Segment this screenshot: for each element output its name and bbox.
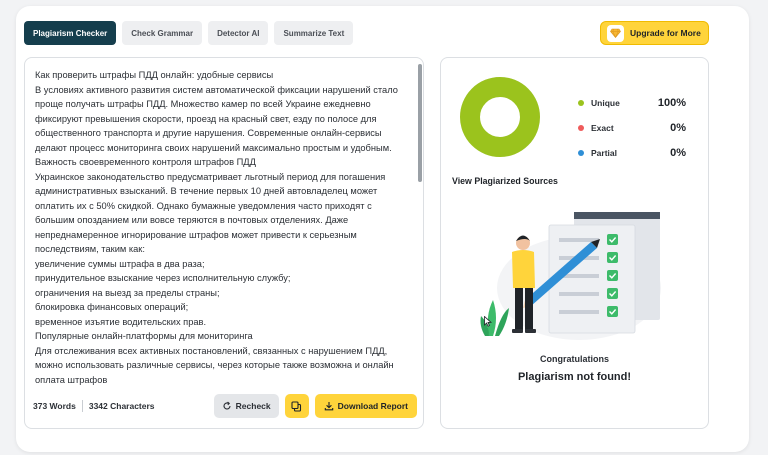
divider (81, 400, 83, 412)
text-input-area[interactable]: Как проверить штрафы ПДД онлайн: удобные… (35, 68, 413, 388)
text-line: Популярные онлайн-платформы для монитори… (35, 331, 253, 341)
text-stats: 373 Words 3342 Characters (33, 400, 155, 412)
legend-value: 100% (657, 96, 686, 109)
tab-check-grammar[interactable]: Check Grammar (122, 21, 203, 45)
legend-label: Partial (591, 147, 617, 158)
tab-detector-ai[interactable]: Detector AI (208, 21, 269, 45)
tab-plagiarism-checker[interactable]: Plagiarism Checker (24, 21, 117, 45)
text-line: Важность своевременного контроля штрафов… (35, 157, 256, 167)
download-icon (324, 402, 333, 411)
exact-dot (578, 124, 584, 131)
results-legend: Unique 100% Exact 0% Partial 0% (578, 90, 686, 165)
refresh-icon (223, 401, 231, 410)
legend-value: 0% (670, 146, 686, 159)
legend-value: 0% (670, 121, 686, 134)
view-plagiarized-sources-link[interactable]: View Plagiarized Sources (452, 176, 558, 186)
donut-unique-segment (460, 77, 540, 157)
text-line: Как проверить штрафы ПДД онлайн: удобные… (35, 70, 274, 80)
character-count: 3342 Characters (88, 401, 155, 411)
mouse-cursor-icon (484, 316, 492, 327)
upgrade-button[interactable]: Upgrade for More (600, 21, 709, 45)
recheck-button[interactable]: Recheck (213, 394, 279, 418)
upgrade-label: Upgrade for More (630, 28, 701, 38)
legend-label: Unique (591, 97, 620, 108)
diamond-icon (607, 24, 624, 42)
text-line: блокировка финансовых операций; (35, 302, 189, 312)
plagiarism-not-found-text: Plagiarism not found! (517, 371, 632, 383)
word-count: 373 Words (33, 401, 76, 411)
tab-summarize-text[interactable]: Summarize Text (274, 21, 354, 45)
unique-dot (578, 99, 584, 106)
tool-tabs: Plagiarism Checker Check Grammar Detecto… (24, 21, 354, 45)
success-illustration (480, 212, 661, 340)
legend-partial: Partial 0% (578, 140, 686, 165)
text-line: Для отслеживания всех активных постановл… (35, 345, 394, 385)
text-line: временное изъятие водительских прав. (35, 316, 207, 327)
partial-dot (578, 149, 584, 156)
legend-unique: Unique 100% (578, 90, 686, 115)
text-line: В условиях активного развития систем авт… (35, 84, 398, 153)
text-line: увеличение суммы штрафа в два раза; (35, 258, 205, 269)
legend-label: Exact (591, 122, 614, 133)
text-line: ограничения на выезд за пределы страны; (35, 287, 220, 298)
copy-icon (291, 400, 302, 412)
editor-footer: 373 Words 3342 Characters Recheck Downlo… (33, 393, 417, 419)
results-panel: Unique 100% Exact 0% Partial 0% View Pla… (440, 57, 709, 429)
legend-exact: Exact 0% (578, 115, 686, 140)
congratulations-text: Congratulations (540, 354, 609, 364)
text-line: принудительное взыскание через исполните… (35, 273, 291, 283)
recheck-label: Recheck (235, 401, 271, 411)
text-line: Украинское законодательство предусматрив… (35, 171, 386, 255)
uniqueness-donut-chart (460, 77, 540, 157)
copy-button[interactable] (284, 394, 309, 418)
text-scrollbar[interactable] (418, 64, 422, 182)
download-label: Download Report (337, 401, 408, 411)
text-editor-panel: Как проверить штрафы ПДД онлайн: удобные… (24, 57, 424, 429)
download-report-button[interactable]: Download Report (314, 394, 417, 418)
